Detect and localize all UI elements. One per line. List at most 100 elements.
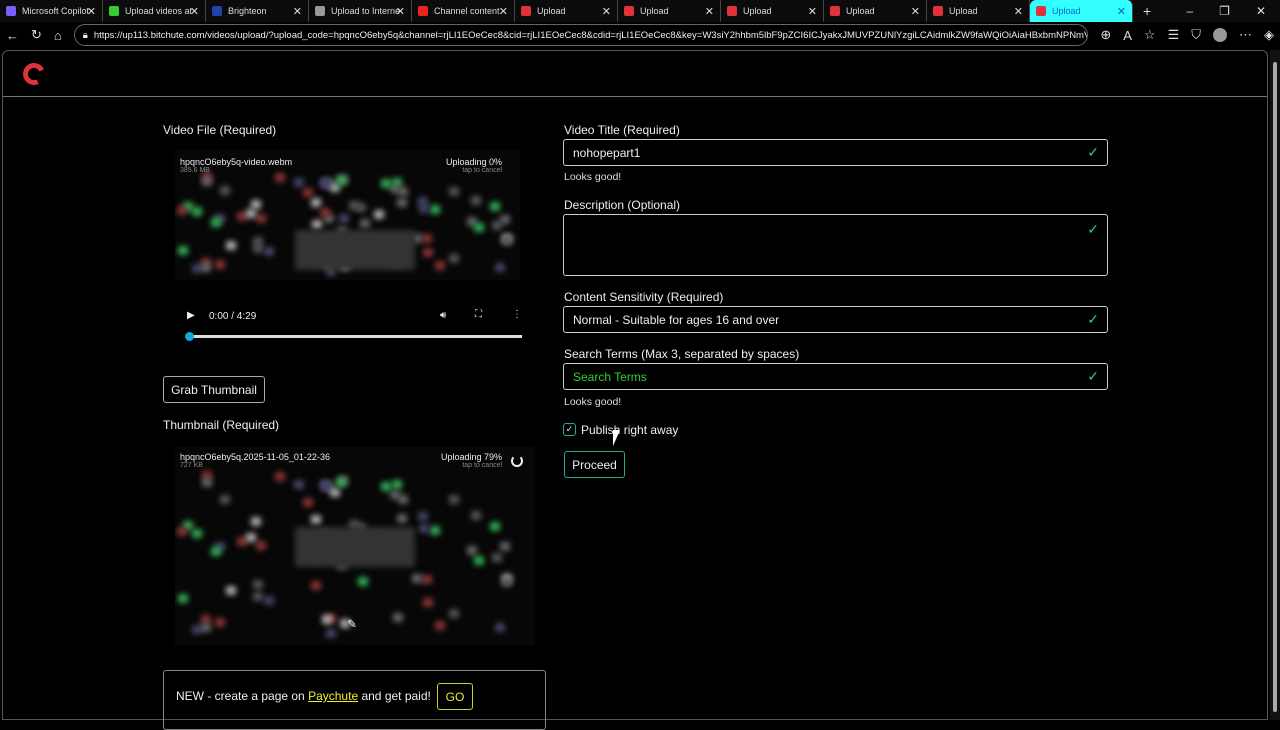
title-input[interactable]: nohopepart1 ✓	[563, 139, 1108, 166]
video-cancel[interactable]: tap to cancel	[446, 167, 502, 174]
blurred-thumbnail-tile	[252, 579, 263, 589]
thumbnail-upload-status[interactable]: Uploading 79% tap to cancel	[441, 452, 502, 469]
blurred-thumbnail-tile	[434, 620, 445, 630]
tab-favicon-icon	[1036, 6, 1046, 16]
favorite-star-icon[interactable]: ☆	[1144, 27, 1156, 43]
tab-favicon-icon	[418, 6, 428, 16]
blurred-thumbnail-tile	[491, 221, 502, 231]
title-value: nohopepart1	[573, 145, 641, 160]
tab-close-icon[interactable]: ✕	[396, 5, 405, 18]
browser-tab[interactable]: Upload ✕	[927, 0, 1030, 22]
volume-icon[interactable]: 🔊︎	[440, 310, 446, 321]
blurred-thumbnail-tile	[177, 245, 188, 255]
paychute-promo: NEW - create a page on Paychute and get …	[163, 670, 546, 730]
blurred-thumbnail-tile	[192, 206, 203, 216]
tab-favicon-icon	[212, 6, 222, 16]
browser-tab[interactable]: Upload to Interne ✕	[309, 0, 412, 22]
tab-close-icon[interactable]: ✕	[87, 5, 96, 18]
browser-tab[interactable]: Brighteon ✕	[206, 0, 309, 22]
description-textarea[interactable]: ✓	[563, 214, 1108, 276]
zoom-icon[interactable]: ⊕	[1100, 27, 1111, 43]
video-time: 0:00 / 4:29	[209, 311, 257, 322]
tab-close-icon[interactable]: ✕	[911, 5, 920, 18]
tab-close-icon[interactable]: ✕	[705, 5, 714, 18]
thumbnail-filename: hpqncO6eby5q.2025-11-05_01-22-36	[180, 452, 330, 462]
blurred-thumbnail-tile	[380, 481, 391, 491]
url-bar[interactable]: 🔒︎ https://up113.bitchute.com/videos/uplo…	[73, 24, 1089, 46]
tab-label: Channel content	[434, 6, 500, 16]
video-upload-status[interactable]: Uploading 0% tap to cancel	[446, 157, 502, 174]
new-tab-icon[interactable]: +	[1143, 3, 1151, 19]
restore-icon[interactable]: ❐	[1219, 4, 1230, 18]
blurred-thumbnail-tile	[326, 629, 337, 639]
tab-favicon-icon	[315, 6, 325, 16]
go-button[interactable]: GO	[437, 683, 473, 710]
tab-close-icon[interactable]: ✕	[1014, 5, 1023, 18]
browser-tab[interactable]: Microsoft Copilot ✕	[0, 0, 103, 22]
publish-label[interactable]: Publish right away	[581, 423, 678, 437]
play-icon[interactable]: ▶	[187, 310, 195, 321]
blurred-thumbnail-tile	[253, 591, 264, 601]
tab-close-icon[interactable]: ✕	[190, 5, 199, 18]
window-controls: – ❐ ✕	[1186, 4, 1280, 18]
tab-close-icon[interactable]: ✕	[602, 5, 611, 18]
home-icon[interactable]: ⌂	[54, 28, 62, 43]
bitchute-logo[interactable]	[19, 59, 49, 89]
blurred-thumbnail-tile	[246, 209, 256, 219]
search-terms-valid-message: Looks good!	[564, 396, 622, 408]
paychute-link[interactable]: Paychute	[308, 689, 358, 703]
address-bar-row: ← ↻ ⌂ 🔒︎ https://up113.bitchute.com/video…	[0, 22, 1280, 48]
browser-tab[interactable]: Upload ✕	[824, 0, 927, 22]
scrollbar[interactable]	[1270, 50, 1280, 720]
refresh-icon[interactable]: ↻	[31, 27, 42, 43]
blurred-thumbnail-tile	[246, 533, 256, 543]
tab-close-icon[interactable]: ✕	[808, 5, 817, 18]
sensitivity-select[interactable]: Normal - Suitable for ages 16 and over ✓	[563, 306, 1108, 333]
edit-pencil-icon[interactable]: ✎	[347, 617, 357, 631]
tab-close-icon[interactable]: ✕	[1117, 5, 1126, 18]
proceed-button[interactable]: Proceed	[564, 451, 625, 478]
tab-favicon-icon	[830, 6, 840, 16]
thumbnail-upload-percent: Uploading 79%	[441, 452, 503, 462]
back-icon[interactable]: ←	[6, 28, 19, 43]
browser-tab[interactable]: Upload videos at ✕	[103, 0, 206, 22]
blurred-thumbnail-tile	[470, 196, 481, 206]
shield-icon[interactable]: ⛉	[1191, 27, 1201, 43]
favorites-icon[interactable]: ☰	[1168, 27, 1180, 43]
sensitivity-value: Normal - Suitable for ages 16 and over	[573, 312, 780, 327]
more-options-icon[interactable]: ⋮	[512, 309, 522, 320]
grab-thumbnail-button[interactable]: Grab Thumbnail	[163, 376, 265, 403]
blurred-thumbnail-tile	[214, 259, 225, 269]
tab-label: Upload	[949, 6, 978, 16]
browser-tab[interactable]: Channel content ✕	[412, 0, 515, 22]
video-seek-bar[interactable]	[185, 332, 522, 341]
search-terms-input[interactable]: Search Terms ✓	[563, 363, 1108, 390]
tab-close-icon[interactable]: ✕	[499, 5, 508, 18]
blurred-thumbnail-tile	[177, 205, 188, 215]
tab-close-icon[interactable]: ✕	[293, 5, 302, 18]
blurred-panel	[295, 527, 415, 567]
browser-tab[interactable]: Upload ✕	[515, 0, 618, 22]
minimize-icon[interactable]: –	[1186, 4, 1193, 18]
tab-label: Upload to Interne	[331, 6, 401, 16]
thumbnail-label: Thumbnail (Required)	[163, 418, 280, 432]
browser-tab[interactable]: Upload ✕	[1030, 0, 1133, 22]
blurred-thumbnail-tile	[338, 213, 349, 223]
browser-tab[interactable]: Upload ✕	[618, 0, 721, 22]
read-aloud-icon[interactable]: A	[1123, 28, 1132, 43]
copilot-icon[interactable]: ◈	[1264, 27, 1274, 43]
blurred-thumbnail-tile	[312, 219, 323, 229]
thumbnail-preview	[175, 447, 535, 645]
blurred-thumbnail-tile	[474, 222, 484, 232]
promo-text: NEW - create a page on Paychute and get …	[176, 689, 431, 703]
publish-checkbox[interactable]: ✓	[563, 423, 576, 436]
thumbnail-cancel[interactable]: tap to cancel	[441, 462, 502, 469]
search-terms-placeholder: Search Terms	[573, 369, 647, 384]
blurred-thumbnail-tile	[449, 495, 460, 505]
tab-bar: Microsoft Copilot ✕ Upload videos at ✕ Brigh…	[0, 0, 1280, 22]
browser-tab[interactable]: Upload ✕	[721, 0, 824, 22]
fullscreen-icon[interactable]: ⛶	[475, 309, 482, 320]
more-icon[interactable]: ⋯	[1239, 27, 1252, 43]
close-window-icon[interactable]: ✕	[1256, 4, 1266, 18]
profile-avatar[interactable]	[1213, 28, 1227, 42]
